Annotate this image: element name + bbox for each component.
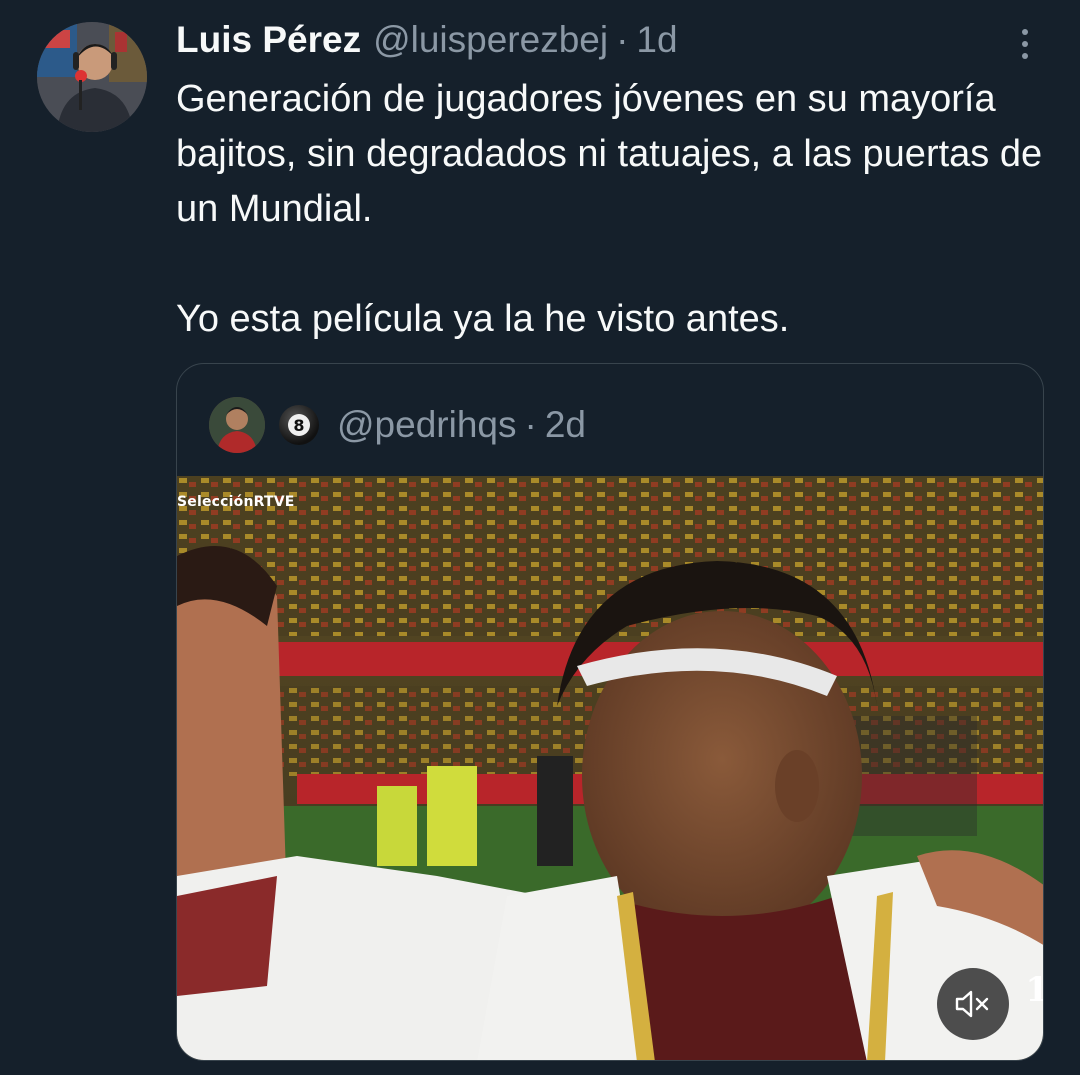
- quoted-avatar-image: [209, 397, 265, 453]
- tweet-paragraph: Yo esta película ya la he visto antes.: [176, 298, 790, 340]
- tweet[interactable]: Luis Pérez @luisperezbej · 1d Generación…: [0, 0, 1080, 1075]
- video-watermark: SelecciónRTVE: [177, 494, 295, 510]
- author-handle[interactable]: @luisperezbej: [373, 19, 608, 61]
- author-display-name[interactable]: Luis Pérez: [176, 19, 361, 61]
- quoted-tweet[interactable]: 8 @pedrihqs · 2d SelecciónRTVE: [176, 363, 1044, 1061]
- author-avatar[interactable]: [37, 22, 147, 132]
- more-options-button[interactable]: [1010, 22, 1040, 66]
- tweet-paragraph: Generación de jugadores jóvenes en su ma…: [176, 78, 1043, 230]
- tweet-header: Luis Pérez @luisperezbej · 1d: [176, 16, 678, 64]
- pool-8-ball-icon: 8: [279, 405, 319, 445]
- tweet-timestamp[interactable]: 1d: [636, 19, 677, 61]
- volume-muted-icon: [955, 990, 989, 1018]
- quoted-author-avatar[interactable]: [209, 397, 265, 453]
- video-overlay-digit: 1: [1025, 970, 1043, 1010]
- quoted-header-separator: ·: [524, 404, 537, 445]
- quoted-tweet-header: 8 @pedrihqs · 2d: [209, 394, 586, 456]
- quoted-author-handle[interactable]: @pedrihqs: [337, 404, 517, 446]
- video-frame: [177, 476, 1043, 1060]
- header-separator: ·: [616, 19, 629, 60]
- mute-button[interactable]: [937, 968, 1009, 1040]
- more-vertical-icon: [1022, 29, 1028, 35]
- quoted-tweet-timestamp[interactable]: 2d: [545, 404, 586, 446]
- quoted-video[interactable]: SelecciónRTVE 1: [177, 476, 1043, 1060]
- author-avatar-image: [37, 22, 147, 132]
- tweet-text: Generación de jugadores jóvenes en su ma…: [176, 72, 1056, 347]
